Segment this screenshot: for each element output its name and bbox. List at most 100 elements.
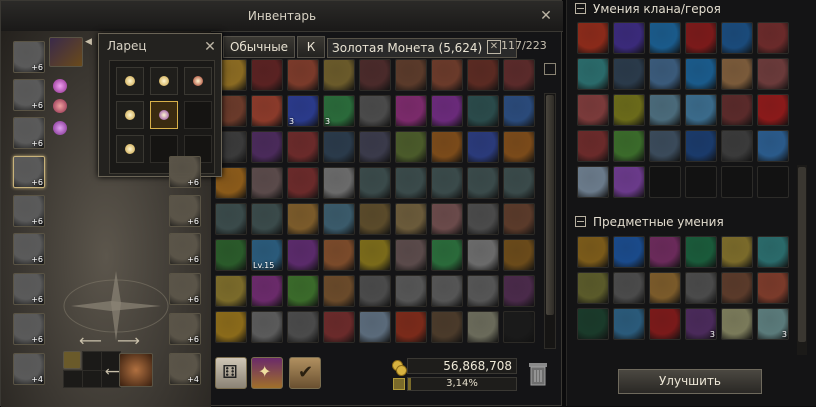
inventory-item[interactable] xyxy=(287,311,319,343)
armor-icon[interactable]: +6 xyxy=(13,79,45,111)
inventory-item[interactable] xyxy=(251,203,283,235)
inventory-item[interactable] xyxy=(215,311,247,343)
talisman-slot[interactable] xyxy=(49,37,83,67)
lance-icon[interactable]: +4 xyxy=(169,353,201,385)
expand-arrow-icon[interactable]: ◀ xyxy=(85,37,93,49)
skill-icon[interactable] xyxy=(721,58,753,90)
upgrade-button[interactable]: Улучшить xyxy=(618,369,762,394)
red-gem-icon[interactable] xyxy=(53,99,67,113)
skill-icon[interactable] xyxy=(721,272,753,304)
inventory-item[interactable] xyxy=(287,131,319,163)
inventory-item[interactable] xyxy=(359,167,391,199)
chest-slot[interactable] xyxy=(150,101,178,129)
skill-icon[interactable] xyxy=(685,236,717,268)
inventory-item[interactable]: Lv.15 xyxy=(251,239,283,271)
inventory-item[interactable]: 3 xyxy=(287,95,319,127)
chest-slot[interactable] xyxy=(116,101,144,129)
inventory-item[interactable] xyxy=(395,167,427,199)
inventory-item[interactable] xyxy=(359,275,391,307)
pet-slot[interactable] xyxy=(63,351,81,369)
clan-skills-header[interactable]: Умения клана/героя xyxy=(567,0,807,18)
skill-icon[interactable] xyxy=(685,22,717,54)
inventory-item[interactable] xyxy=(323,311,355,343)
skill-icon[interactable] xyxy=(577,272,609,304)
inventory-item[interactable] xyxy=(503,95,535,127)
skill-icon[interactable] xyxy=(649,308,681,340)
inventory-item[interactable] xyxy=(287,59,319,91)
empty-slot[interactable] xyxy=(184,101,212,129)
inventory-item[interactable] xyxy=(359,311,391,343)
inventory-item[interactable] xyxy=(215,275,247,307)
window-toggle-icon[interactable] xyxy=(544,63,556,75)
inventory-item[interactable] xyxy=(431,167,463,199)
close-tooltip-icon[interactable]: ✕ xyxy=(487,40,501,54)
skill-icon[interactable] xyxy=(577,236,609,268)
glove-icon[interactable]: +6 xyxy=(169,273,201,305)
chest-header[interactable]: Ларец ✕ xyxy=(99,34,221,58)
inventory-item[interactable]: 3 xyxy=(323,95,355,127)
rotate-right-icon[interactable]: ⟶ xyxy=(117,331,140,350)
inventory-item[interactable] xyxy=(323,59,355,91)
chest-slot[interactable] xyxy=(150,67,178,95)
skill-icon[interactable] xyxy=(577,58,609,90)
skill-icon[interactable] xyxy=(721,94,753,126)
inventory-item[interactable] xyxy=(431,95,463,127)
close-icon[interactable]: ✕ xyxy=(539,9,553,23)
skill-icon[interactable] xyxy=(721,236,753,268)
skill-icon[interactable] xyxy=(685,272,717,304)
inventory-item[interactable] xyxy=(467,131,499,163)
collapse-icon[interactable] xyxy=(575,216,586,227)
inventory-item[interactable] xyxy=(395,311,427,343)
purple-gem-icon[interactable] xyxy=(53,121,67,135)
sort-button[interactable]: ✦ xyxy=(251,357,283,389)
skill-icon[interactable] xyxy=(721,22,753,54)
inventory-item[interactable] xyxy=(215,239,247,271)
inventory-item[interactable] xyxy=(287,203,319,235)
boots-icon[interactable]: +6 xyxy=(169,313,201,345)
inventory-item[interactable] xyxy=(251,167,283,199)
skill-icon[interactable] xyxy=(649,94,681,126)
item-skills-header[interactable]: Предметные умения xyxy=(567,213,807,231)
skills-scrollbar[interactable] xyxy=(797,165,807,355)
bracelet-slot[interactable] xyxy=(119,353,153,387)
skill-icon[interactable] xyxy=(649,130,681,162)
inventory-item[interactable] xyxy=(467,239,499,271)
inventory-item[interactable] xyxy=(323,131,355,163)
inventory-item[interactable] xyxy=(395,131,427,163)
inventory-item[interactable] xyxy=(395,239,427,271)
inventory-item[interactable] xyxy=(467,167,499,199)
pink-gem-icon[interactable] xyxy=(53,79,67,93)
inventory-item[interactable] xyxy=(251,59,283,91)
skill-icon[interactable] xyxy=(613,308,645,340)
skill-icon[interactable] xyxy=(757,22,789,54)
inventory-item[interactable] xyxy=(467,203,499,235)
inventory-item[interactable] xyxy=(323,203,355,235)
inventory-item[interactable] xyxy=(431,275,463,307)
tab-regular[interactable]: Обычные xyxy=(223,36,295,58)
skill-icon[interactable] xyxy=(721,308,753,340)
inventory-title-bar[interactable]: Инвентарь ✕ xyxy=(1,1,563,32)
dagger-icon[interactable]: +6 xyxy=(13,195,45,227)
ring-icon[interactable]: +6 xyxy=(169,233,201,265)
empty-slot[interactable] xyxy=(82,351,102,371)
inventory-item[interactable] xyxy=(287,239,319,271)
inventory-item[interactable] xyxy=(323,167,355,199)
skill-icon[interactable] xyxy=(757,58,789,90)
skill-icon[interactable] xyxy=(613,58,645,90)
skill-icon[interactable] xyxy=(757,236,789,268)
inventory-item[interactable] xyxy=(395,95,427,127)
inventory-item[interactable] xyxy=(467,95,499,127)
inventory-item[interactable] xyxy=(251,131,283,163)
necklace-icon[interactable]: +6 xyxy=(169,195,201,227)
inventory-item[interactable] xyxy=(503,167,535,199)
skill-icon[interactable] xyxy=(757,272,789,304)
empty-slot[interactable] xyxy=(82,370,102,388)
skill-icon[interactable]: 3 xyxy=(757,308,789,340)
inventory-item[interactable] xyxy=(215,203,247,235)
skill-icon[interactable] xyxy=(577,308,609,340)
skill-icon[interactable] xyxy=(721,130,753,162)
ring-icon[interactable]: +6 xyxy=(13,313,45,345)
confirm-button[interactable]: ✔ xyxy=(289,357,321,389)
trash-icon[interactable] xyxy=(523,357,553,389)
tab-quest[interactable]: К xyxy=(297,36,325,58)
